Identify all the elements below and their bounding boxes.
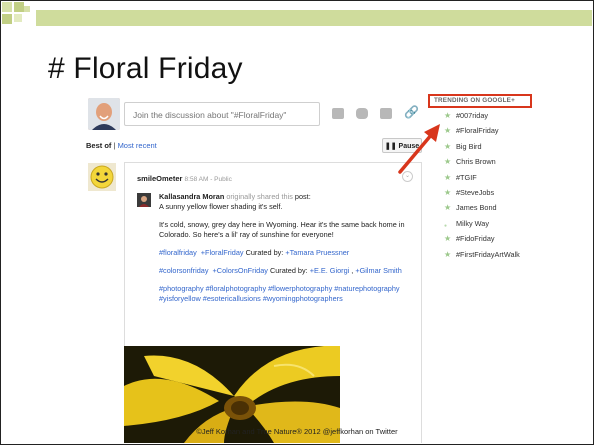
corner-decoration (14, 14, 22, 22)
post-text: It's cold, snowy, grey day here in Wyomi… (159, 220, 405, 239)
event-icon[interactable] (380, 108, 392, 119)
star-icon: ★ (444, 187, 452, 197)
pause-button[interactable]: ❚❚ Pause (382, 138, 422, 153)
trending-item[interactable]: ★ #007riday (444, 111, 520, 126)
corner-decoration (14, 2, 24, 12)
star-icon: ★ (444, 141, 452, 151)
originally-shared-text: originally shared this (226, 192, 293, 201)
curator-link[interactable]: +Gilmar Smith (355, 266, 401, 275)
trending-item[interactable]: ● Milky Way (444, 219, 520, 234)
link-icon[interactable]: 🔗 (404, 105, 419, 119)
trending-header[interactable]: TRENDING ON GOOGLE+ (428, 94, 532, 108)
pause-icon: ❚❚ (384, 143, 399, 150)
trending-item[interactable]: ★ #FloralFriday (444, 126, 520, 141)
dot-icon: ● (444, 222, 448, 229)
corner-decoration (2, 2, 12, 12)
pause-label: Pause (398, 143, 420, 150)
post-body: Kallasandra Moran originally shared this… (159, 192, 415, 312)
curated-by-label: Curated by: (269, 266, 308, 275)
hashtag-link[interactable]: #floralfriday (159, 248, 197, 257)
slide-footer: ©Jeff Korhan and True Nature® 2012 @jeff… (196, 427, 398, 436)
photo-icon[interactable] (332, 108, 344, 119)
trending-item[interactable]: ★ #FirstFridayArtWalk (444, 250, 520, 265)
trending-list: ★ #007riday ★ #FloralFriday ★ Big Bird ★ Chr… (444, 111, 520, 265)
star-icon: ★ (444, 126, 452, 136)
star-icon: ★ (444, 249, 452, 259)
trending-item[interactable]: ★ Big Bird (444, 142, 520, 157)
slide-accent-bar (36, 10, 592, 26)
corner-decoration (2, 14, 12, 24)
page-link[interactable]: +ColorsOnFriday (213, 266, 268, 275)
original-author-avatar[interactable] (137, 193, 151, 207)
user-avatar[interactable] (88, 98, 120, 130)
stream-tabs: Best of | Most recent (86, 141, 157, 150)
original-post-link[interactable]: post (295, 192, 309, 201)
star-icon: ★ (444, 111, 452, 120)
post-author-name[interactable]: smileOmeter (137, 174, 182, 183)
post-author: smileOmeter 8:58 AM - Public (137, 174, 232, 183)
most-recent-tab[interactable]: Most recent (118, 141, 157, 150)
hashtag-links[interactable]: #photography #floralphotography #flowerp… (159, 284, 415, 304)
post-caption: A sunny yellow flower shading it's self. (159, 202, 283, 211)
page-link[interactable]: +FloralFriday (201, 248, 244, 257)
chevron-down-icon[interactable]: ⌄ (402, 171, 413, 182)
trending-item[interactable]: ★ Chris Brown (444, 157, 520, 172)
best-of-tab[interactable]: Best of (86, 141, 111, 150)
hashtag-link[interactable]: #colorsonfriday (159, 266, 208, 275)
slide-title: # Floral Friday (48, 52, 243, 85)
curator-link[interactable]: +E.E. Giorgi (310, 266, 350, 275)
curator-link[interactable]: +Tamara Pruessner (285, 248, 349, 257)
corner-decoration (24, 6, 30, 12)
trending-item[interactable]: ★ #SteveJobs (444, 188, 520, 203)
curated-by-label: Curated by: (245, 248, 284, 257)
video-icon[interactable] (356, 108, 368, 119)
share-box[interactable] (124, 102, 320, 126)
trending-item[interactable]: ★ #TGIF (444, 173, 520, 188)
star-icon: ★ (444, 203, 452, 213)
original-author-name[interactable]: Kallasandra Moran (159, 192, 224, 201)
smileometer-avatar[interactable] (88, 163, 116, 191)
star-icon: ★ (444, 172, 452, 182)
trending-item[interactable]: ★ James Bond (444, 203, 520, 218)
star-icon: ★ (444, 157, 452, 167)
star-icon: ★ (444, 234, 452, 244)
share-input[interactable] (131, 104, 315, 126)
trending-item[interactable]: ★ #FidoFriday (444, 234, 520, 249)
post-meta: 8:58 AM - Public (184, 176, 232, 183)
